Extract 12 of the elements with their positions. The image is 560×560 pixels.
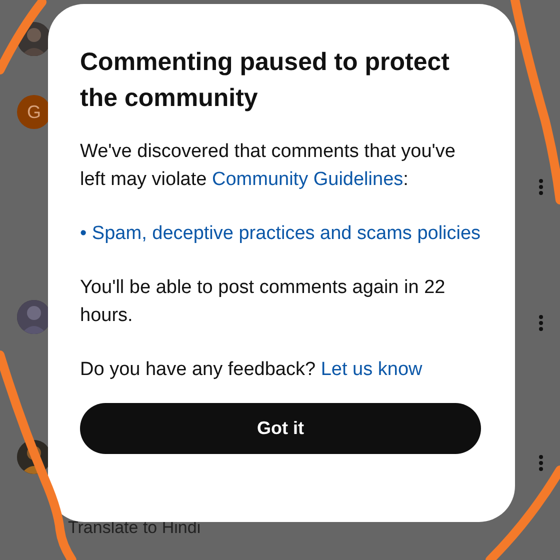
- dialog-title: Commenting paused to protect the community: [80, 47, 450, 114]
- got-it-button[interactable]: Got it: [80, 403, 481, 454]
- avatar-letter: G: [26, 102, 41, 122]
- more-icon[interactable]: [538, 314, 544, 332]
- policy-link[interactable]: • Spam, deceptive practices and scams policies: [80, 220, 481, 248]
- guidelines-link[interactable]: Community Guidelines: [212, 169, 404, 190]
- intro-text: We've discovered that comments that you've left may violate Community Guidelines:: [80, 140, 456, 192]
- feedback-link[interactable]: Let us know: [320, 359, 422, 380]
- more-icon[interactable]: [538, 454, 544, 472]
- feedback-text: Do you have any feedback? Let us know: [80, 358, 424, 382]
- notice-text: You'll be able to post comments again in 22 hours.: [80, 276, 446, 328]
- more-icon[interactable]: [538, 178, 544, 196]
